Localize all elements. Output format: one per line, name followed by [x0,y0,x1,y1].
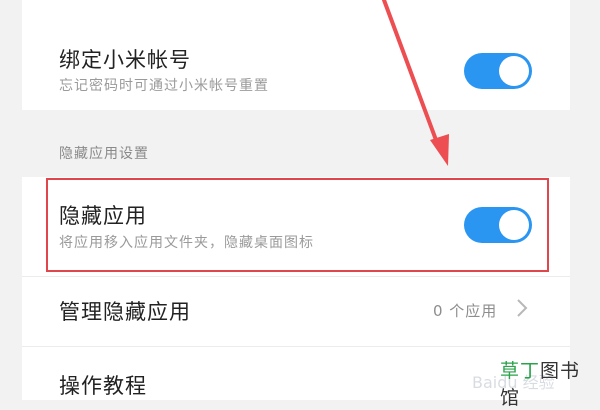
brand-logo: 草丁图书馆 [500,356,600,410]
annotation-arrow-icon [382,0,449,166]
brand-part1: 草丁 [500,360,541,382]
